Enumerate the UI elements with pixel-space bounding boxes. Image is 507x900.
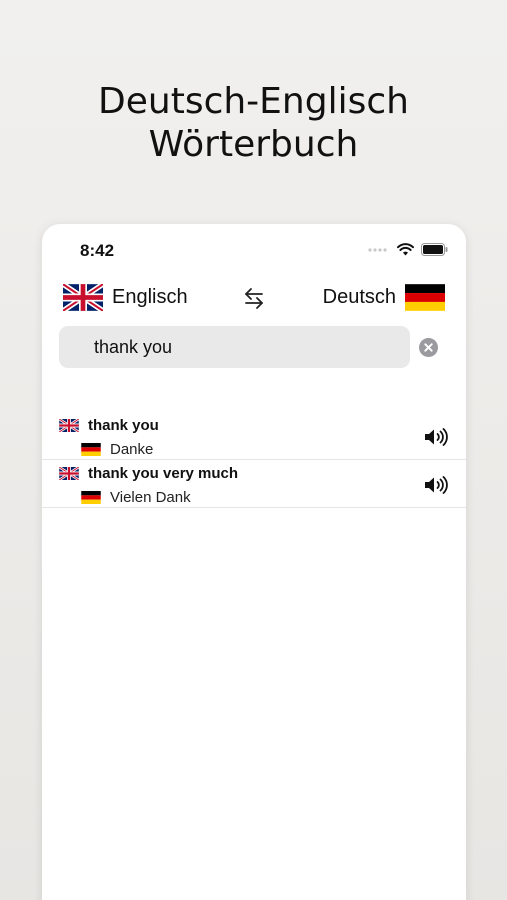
swap-icon[interactable] [243,286,265,310]
battery-icon [421,243,448,256]
signal-icon [368,247,387,252]
uk-flag-icon [59,419,79,432]
result-source-text: thank you [88,417,159,434]
status-time: 8:42 [80,241,115,260]
language-bar: Englisch Deutsch [42,284,466,314]
result-source-text: thank you very much [88,465,239,482]
result-target: Vielen Dank [81,489,191,506]
speaker-icon[interactable] [424,476,448,494]
results-list: thank you Danke thank you very much Viel… [42,412,466,508]
result-target: Danke [81,441,153,458]
de-flag-icon [81,443,101,456]
result-target-text: Danke [110,441,154,458]
headline-line-1: Deutsch-Englisch [98,81,409,122]
result-source: thank you [59,417,159,434]
uk-flag-icon [59,467,79,480]
result-row[interactable]: thank you Danke [42,412,466,460]
uk-flag-icon [63,284,103,311]
result-source: thank you very much [59,465,238,482]
status-icons [368,243,448,256]
wifi-icon [397,243,414,256]
target-language-label: Deutsch [322,286,396,308]
headline-line-2: Wörterbuch [148,124,359,165]
status-bar: 8:42 [42,224,466,276]
search-input[interactable] [59,326,410,368]
headline: Deutsch-Englisch Wörterbuch [0,80,507,166]
clear-icon[interactable] [419,338,438,357]
target-language[interactable]: Deutsch [323,284,445,311]
speaker-icon[interactable] [424,428,448,446]
result-row[interactable]: thank you very much Vielen Dank [42,460,466,508]
de-flag-icon [405,284,445,311]
source-language[interactable]: Englisch [63,284,188,311]
de-flag-icon [81,491,101,504]
source-language-label: Englisch [112,286,188,308]
result-target-text: Vielen Dank [110,489,191,506]
search-field[interactable] [59,326,410,368]
phone-screen: 8:42 Englisch Deutsch thank you thank yo… [42,224,466,900]
